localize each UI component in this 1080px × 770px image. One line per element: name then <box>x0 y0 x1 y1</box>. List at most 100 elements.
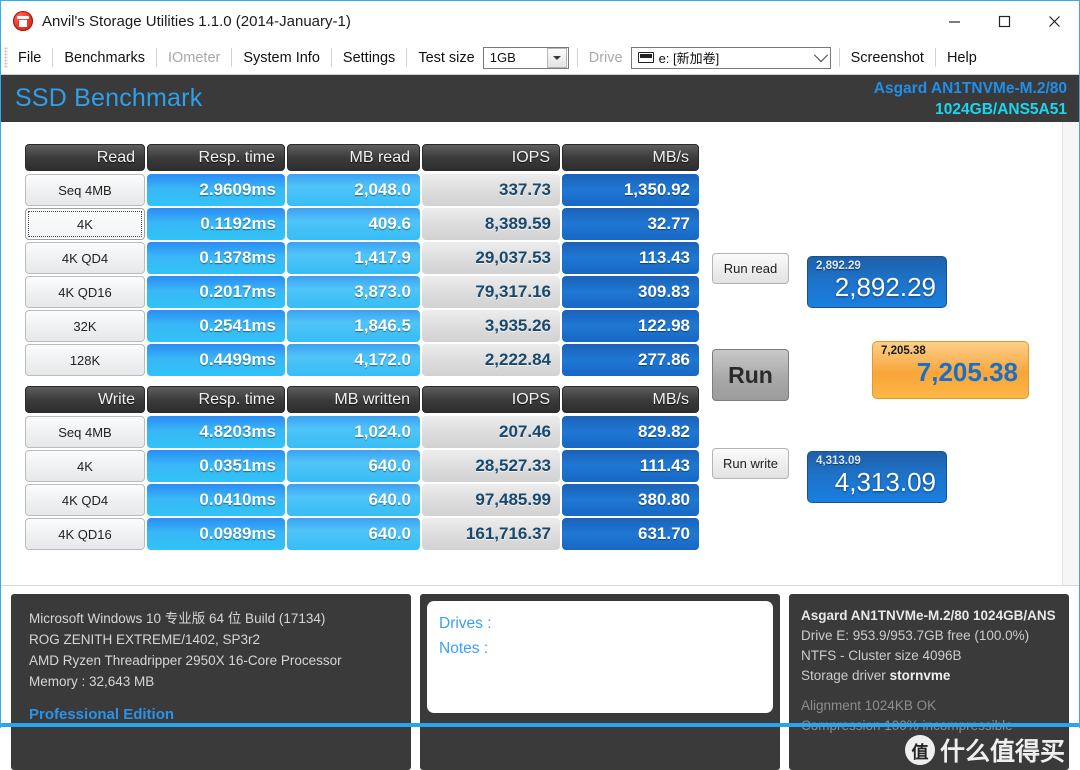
write-row-button-2[interactable]: 4K QD4 <box>25 484 145 516</box>
read-cell-iops-1: 8,389.59 <box>422 208 560 240</box>
read-cell-iops-2: 29,037.53 <box>422 242 560 274</box>
run-read-button[interactable]: Run read <box>712 253 789 284</box>
drive-info-driver-value: stornvme <box>889 668 951 683</box>
read-header-iops: IOPS <box>422 144 560 171</box>
write-cell-resp-2: 0.0410ms <box>147 484 285 516</box>
read-cell-mb-5: 4,172.0 <box>287 344 420 376</box>
drive-info-free: Drive E: 953.9/953.7GB free (100.0%) <box>801 628 1030 643</box>
table-row: Seq 4MB 2.9609ms 2,048.0 337.73 1,350.92 <box>25 174 699 206</box>
drive-icon <box>637 52 654 63</box>
write-header-resp-time: Resp. time <box>147 386 285 413</box>
edition-label: Professional Edition <box>29 706 175 723</box>
vertical-scrollbar[interactable] <box>1062 122 1079 585</box>
total-score-box: 7,205.38 7,205.38 <box>872 341 1029 399</box>
menu-help[interactable]: Help <box>936 48 988 68</box>
write-row-button-1[interactable]: 4K <box>25 450 145 482</box>
read-cell-iops-4: 3,935.26 <box>422 310 560 342</box>
window-controls <box>929 1 1079 41</box>
drives-label: Drives : <box>439 615 492 632</box>
write-cell-resp-0: 4.8203ms <box>147 416 285 448</box>
window-title: Anvil's Storage Utilities 1.1.0 (2014-Ja… <box>42 12 351 30</box>
menu-benchmarks[interactable]: Benchmarks <box>53 48 156 68</box>
read-row-button-1[interactable]: 4K <box>25 208 145 240</box>
table-row: 32K 0.2541ms 1,846.5 3,935.26 122.98 <box>25 310 699 342</box>
read-cell-resp-4: 0.2541ms <box>147 310 285 342</box>
write-cell-iops-0: 207.46 <box>422 416 560 448</box>
write-score-box: 4,313.09 4,313.09 <box>807 451 947 503</box>
menu-system-info[interactable]: System Info <box>232 48 331 68</box>
read-row-button-5[interactable]: 128K <box>25 344 145 376</box>
benchmark-header: SSD Benchmark Asgard AN1TNVMe-M.2/80 102… <box>1 75 1079 122</box>
read-cell-mb-2: 1,417.9 <box>287 242 420 274</box>
menu-bar: File Benchmarks IOmeter System Info Sett… <box>1 41 1079 75</box>
read-cell-iops-3: 79,317.16 <box>422 276 560 308</box>
read-cell-mbs-1: 32.77 <box>562 208 699 240</box>
table-row: 4K QD16 0.0989ms 640.0 161,716.37 631.70 <box>25 518 699 550</box>
run-write-button[interactable]: Run write <box>712 448 789 479</box>
read-cell-resp-2: 0.1378ms <box>147 242 285 274</box>
chevron-down-icon[interactable] <box>813 47 828 62</box>
sysinfo-line-board: ROG ZENITH EXTREME/1402, SP3r2 <box>29 632 261 647</box>
write-header-iops: IOPS <box>422 386 560 413</box>
read-row-button-0[interactable]: Seq 4MB <box>25 174 145 206</box>
drive-info-driver: Storage driver stornvme <box>801 666 1069 686</box>
read-cell-mbs-3: 309.83 <box>562 276 699 308</box>
read-row-button-3[interactable]: 4K QD16 <box>25 276 145 308</box>
read-cell-mbs-2: 113.43 <box>562 242 699 274</box>
read-score-value: 2,892.29 <box>834 272 936 302</box>
test-size-select[interactable]: 1GB <box>482 46 569 69</box>
table-row: 4K 0.1192ms 409.6 8,389.59 32.77 <box>25 208 699 240</box>
read-table-header-row: Read Resp. time MB read IOPS MB/s <box>25 144 699 171</box>
write-cell-iops-2: 97,485.99 <box>422 484 560 516</box>
write-cell-mbs-2: 380.80 <box>562 484 699 516</box>
table-row: 4K 0.0351ms 640.0 28,527.33 111.43 <box>25 450 699 482</box>
write-cell-mbs-0: 829.82 <box>562 416 699 448</box>
read-cell-mb-4: 1,846.5 <box>287 310 420 342</box>
bottom-accent-bar <box>1 723 1079 727</box>
minimize-button[interactable] <box>929 1 979 41</box>
menu-settings[interactable]: Settings <box>332 48 406 68</box>
write-table-header-row: Write Resp. time MB written IOPS MB/s <box>25 386 699 413</box>
read-header-mb-read: MB read <box>287 144 420 171</box>
read-row-button-4[interactable]: 32K <box>25 310 145 342</box>
read-cell-mb-3: 3,873.0 <box>287 276 420 308</box>
read-cell-mb-1: 409.6 <box>287 208 420 240</box>
write-cell-iops-3: 161,716.37 <box>422 518 560 550</box>
drive-value: e: [新加卷] <box>658 51 720 66</box>
page-title: SSD Benchmark <box>15 84 203 112</box>
write-cell-mb-3: 640.0 <box>287 518 420 550</box>
read-score-box: 2,892.29 2,892.29 <box>807 256 947 308</box>
watermark-badge: 值 <box>904 735 935 765</box>
write-header-write: Write <box>25 386 145 413</box>
read-score-small: 2,892.29 <box>816 260 861 272</box>
drive-info-panel: Asgard AN1TNVMe-M.2/80 1024GB/ANS Drive … <box>789 594 1069 770</box>
write-row-button-0[interactable]: Seq 4MB <box>25 416 145 448</box>
read-cell-mbs-5: 277.86 <box>562 344 699 376</box>
maximize-button[interactable] <box>979 1 1029 41</box>
write-cell-resp-3: 0.0989ms <box>147 518 285 550</box>
test-size-dropdown-arrow[interactable] <box>546 47 567 68</box>
read-cell-iops-5: 2,222.84 <box>422 344 560 376</box>
write-cell-mbs-3: 631.70 <box>562 518 699 550</box>
notes-input[interactable]: Drives : Notes : <box>427 601 773 713</box>
write-cell-mbs-1: 111.43 <box>562 450 699 482</box>
write-cell-iops-1: 28,527.33 <box>422 450 560 482</box>
watermark-text: 什么值得买 <box>939 738 1065 766</box>
drive-info-driver-label: Storage driver <box>801 668 886 683</box>
write-header-mbs: MB/s <box>562 386 699 413</box>
close-button[interactable] <box>1029 1 1079 41</box>
read-cell-resp-1: 0.1192ms <box>147 208 285 240</box>
table-row: 128K 0.4499ms 4,172.0 2,222.84 277.86 <box>25 344 699 376</box>
read-cell-resp-0: 2.9609ms <box>147 174 285 206</box>
total-score-small: 7,205.38 <box>881 345 926 357</box>
benchmark-canvas: Read Resp. time MB read IOPS MB/s Seq 4M… <box>1 122 1079 586</box>
drive-select[interactable]: e: [新加卷] <box>630 46 831 69</box>
read-row-button-2[interactable]: 4K QD4 <box>25 242 145 274</box>
menu-screenshot[interactable]: Screenshot <box>840 48 935 68</box>
menu-file[interactable]: File <box>7 48 52 68</box>
read-cell-mb-0: 2,048.0 <box>287 174 420 206</box>
read-header-mbs: MB/s <box>562 144 699 171</box>
run-button[interactable]: Run <box>712 349 789 401</box>
write-row-button-3[interactable]: 4K QD16 <box>25 518 145 550</box>
read-cell-resp-5: 0.4499ms <box>147 344 285 376</box>
